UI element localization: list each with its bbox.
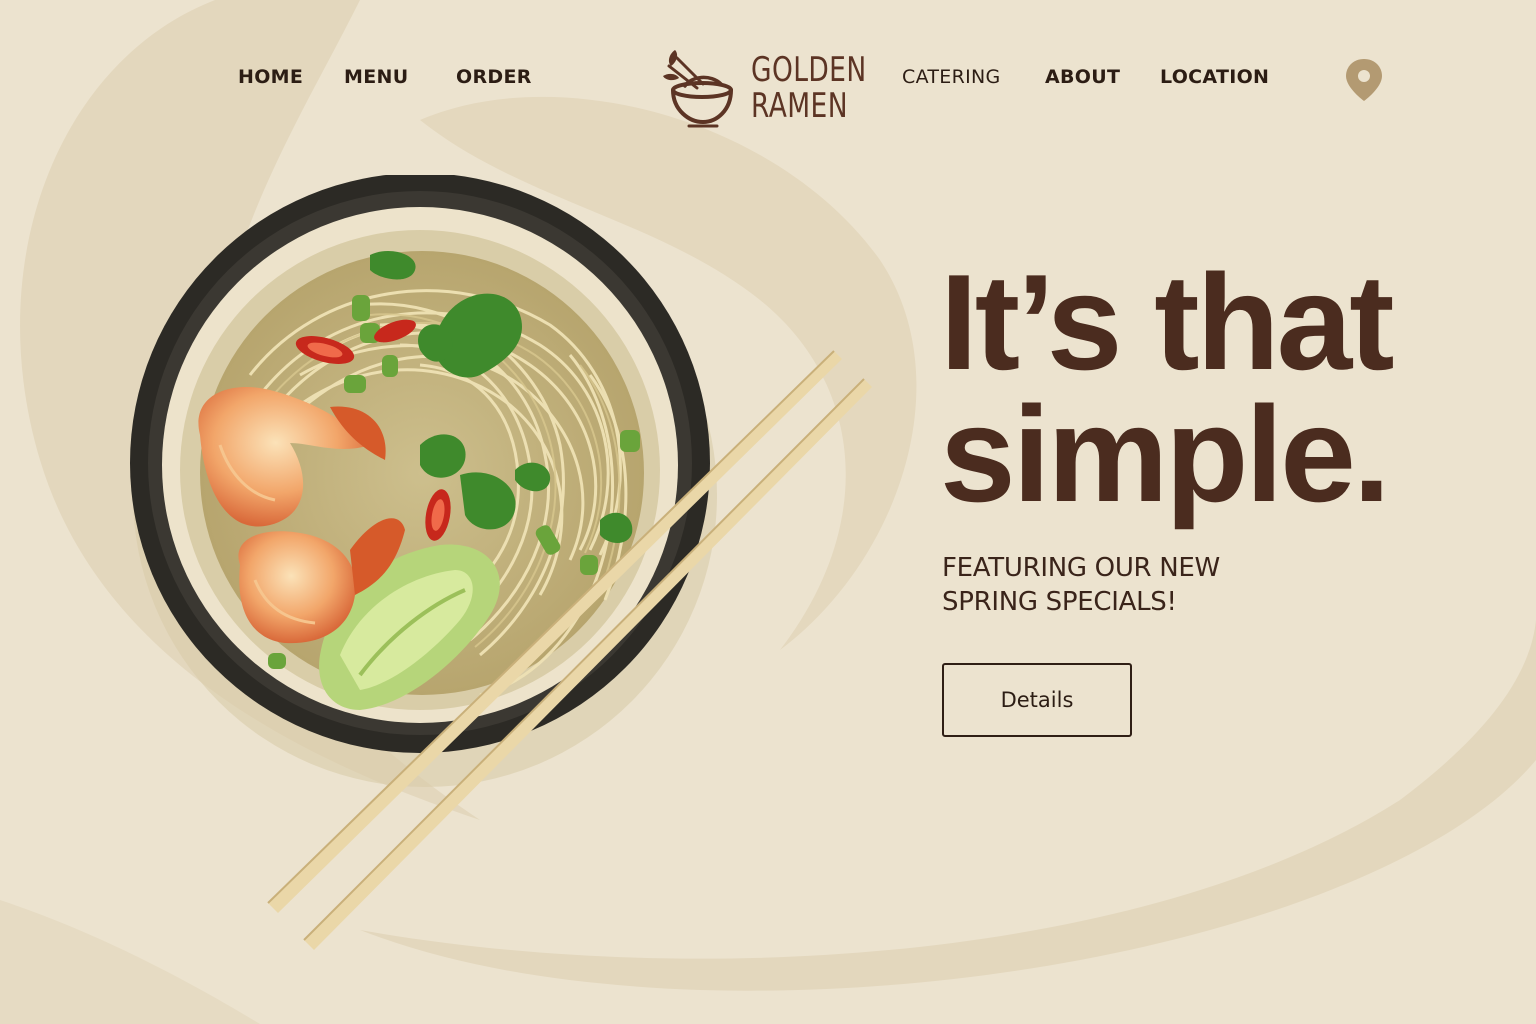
hero-headline-line1: It’s that (940, 246, 1395, 398)
nav-catering-link[interactable]: CATERING (902, 66, 1001, 88)
hero-subheading-line2: SPRING SPECIALS! (942, 587, 1177, 617)
nav-about-link[interactable]: ABOUT (1045, 66, 1120, 88)
main-navigation: HOME MENU ORDER GOLDEN RAMEN CATERING AB… (0, 0, 1536, 150)
hero-subheading: FEATURING OUR NEW SPRING SPECIALS! (942, 551, 1220, 619)
nav-order-link[interactable]: ORDER (456, 66, 532, 88)
hero-headline: It’s that simple. (940, 246, 1395, 530)
nav-location-link[interactable]: LOCATION (1160, 66, 1269, 88)
hero-subheading-line1: FEATURING OUR NEW (942, 553, 1220, 583)
brand-logo[interactable]: GOLDEN RAMEN (655, 40, 866, 135)
hero-headline-line2: simple. (940, 378, 1391, 530)
nav-home-link[interactable]: HOME (238, 66, 303, 88)
details-button[interactable]: Details (942, 663, 1132, 737)
location-pin-icon[interactable] (1344, 57, 1384, 103)
ramen-bowl-logo-icon (663, 50, 733, 128)
nav-menu-link[interactable]: MENU (344, 66, 408, 88)
brand-name-line2: RAMEN (751, 86, 848, 126)
ramen-bowl-image (130, 175, 872, 950)
brand-name-line1: GOLDEN (751, 50, 867, 90)
brand-name: GOLDEN RAMEN (751, 52, 867, 124)
